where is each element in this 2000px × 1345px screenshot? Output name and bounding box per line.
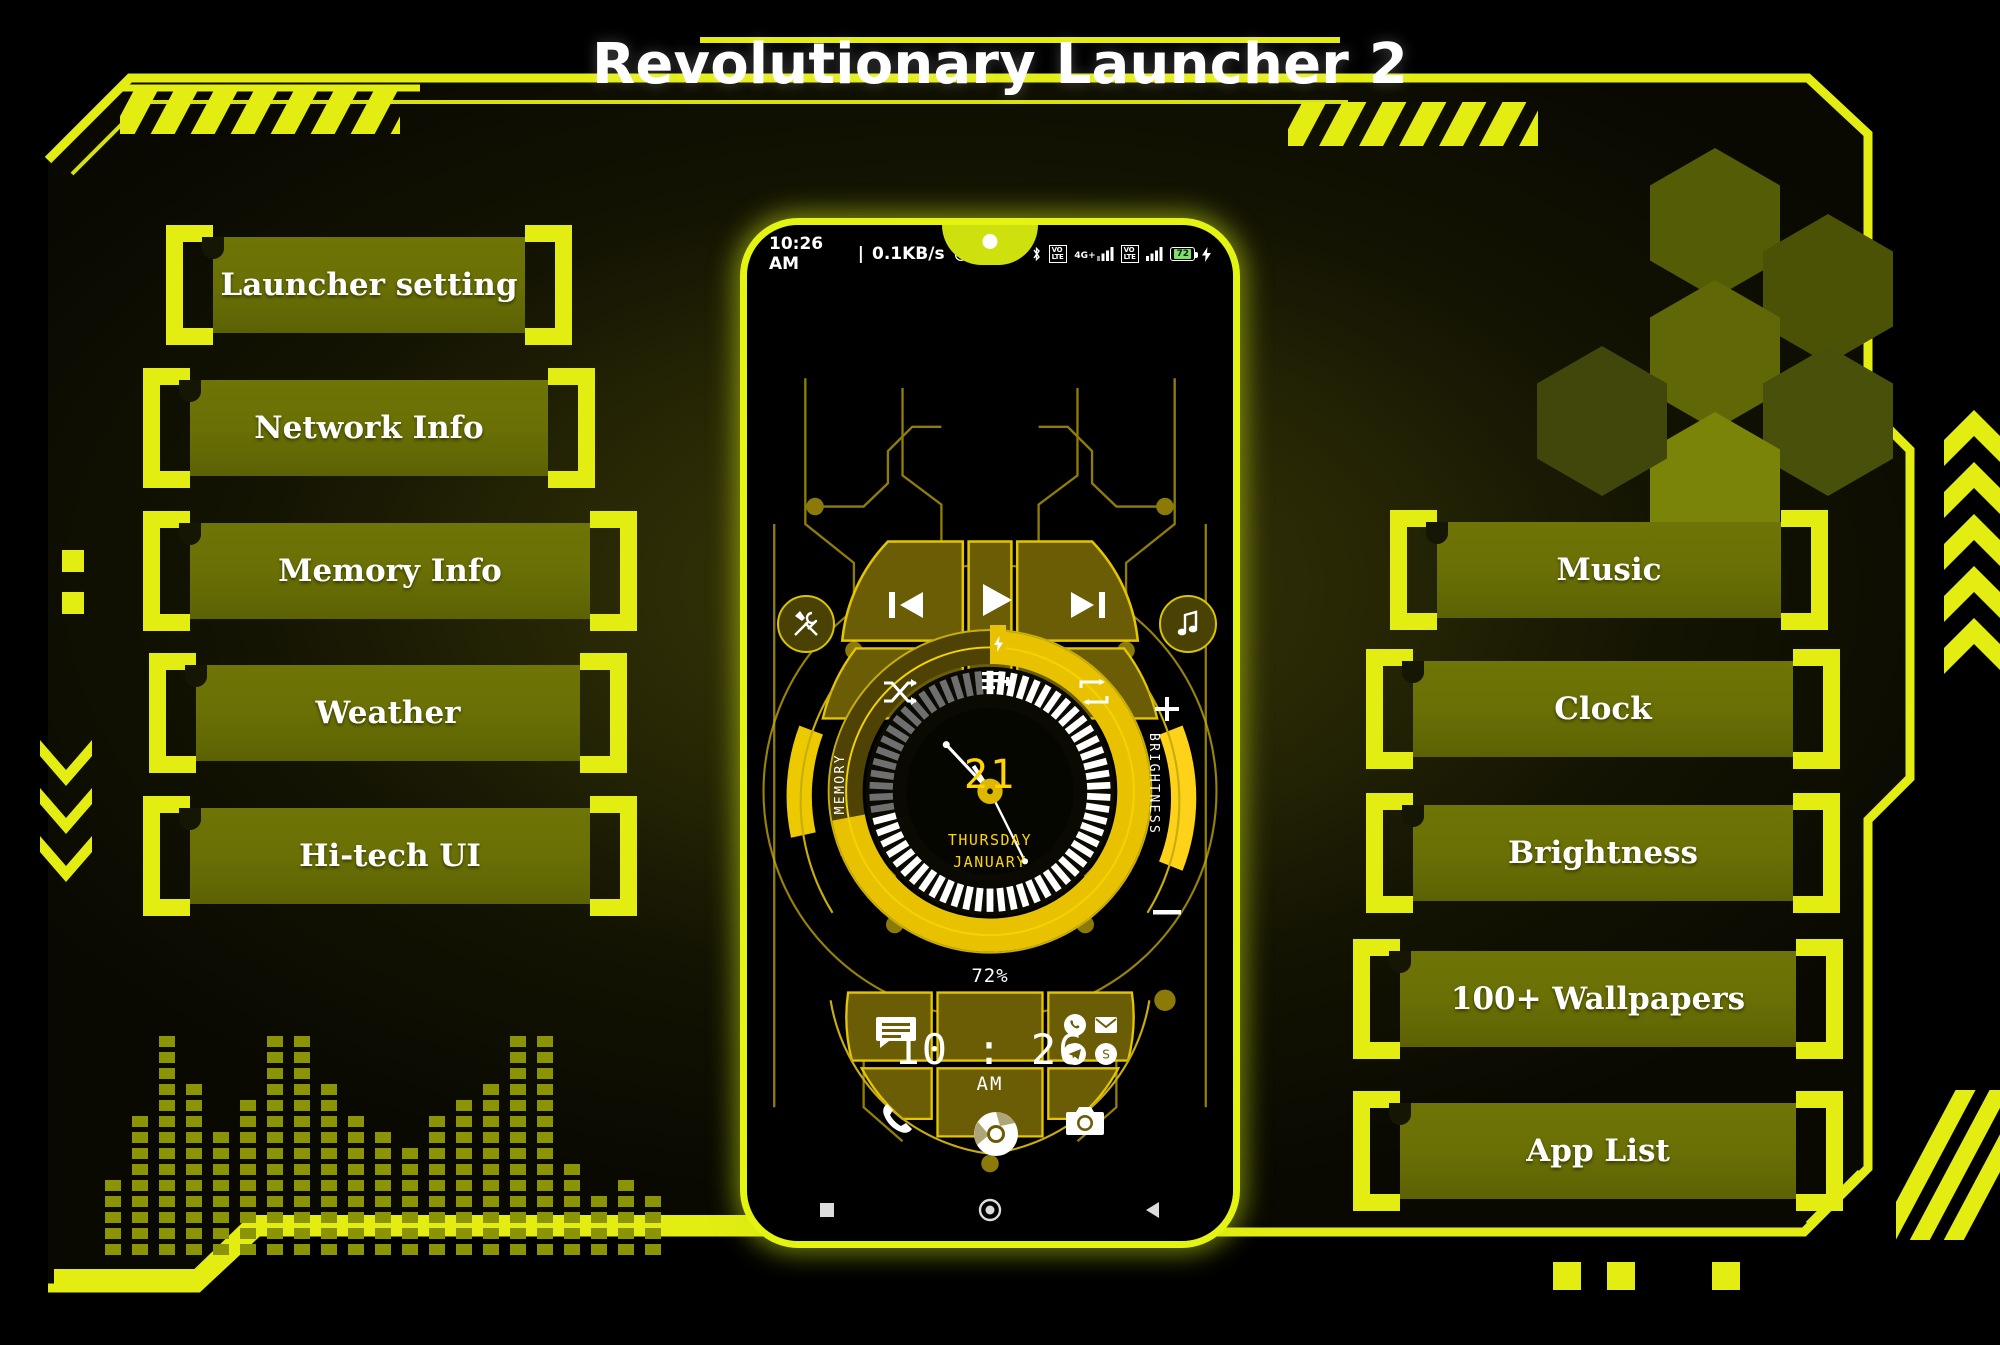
charging-bolt-icon [1202,246,1211,262]
equalizer-column [510,1036,526,1255]
menu-button-label: Launcher setting [220,267,518,303]
camera-icon[interactable] [1065,1105,1105,1142]
brightness-increase-button[interactable] [1153,695,1181,723]
equalizer-column [645,1196,661,1255]
menu-button-music[interactable]: Music [1426,522,1781,618]
social-icons-group[interactable]: S [1063,1013,1120,1066]
equalizer-column [105,1180,121,1255]
play-button[interactable] [957,565,1037,635]
skype-icon[interactable]: S [1094,1042,1118,1066]
svg-text:S: S [1102,1048,1110,1062]
indicator-square-bottom-2 [1607,1262,1635,1290]
widget-clock-time: 10 : 26 [894,1025,1086,1074]
indicator-square-bottom-1 [1553,1262,1581,1290]
mail-icon[interactable] [1094,1013,1118,1037]
indicator-square-left-2 [62,592,84,614]
equalizer-column [348,1116,364,1255]
equalizer-column [213,1132,229,1255]
menu-button-weather[interactable]: Weather [185,665,580,761]
menu-button-memory-info[interactable]: Memory Info [179,523,590,619]
phone-dial-icon[interactable] [879,1101,915,1142]
menu-button-label: 100+ Wallpapers [1450,981,1746,1017]
widget-clock-meridiem: AM [976,1073,1004,1095]
equalizer-column [456,1100,472,1255]
date-number: 21 [963,752,1017,798]
volte-badge-2: VO LTE [1120,245,1140,263]
battery-indicator: 72 [1170,247,1198,261]
menu-button-label: Memory Info [278,553,502,589]
brightness-decrease-button[interactable] [1153,903,1181,915]
bluetooth-icon [1033,246,1040,262]
signal-bars-icon [1096,247,1114,261]
menu-button-label: Weather [315,695,461,731]
home-circle-icon[interactable] [978,1198,1002,1227]
music-note-icon [1177,610,1198,636]
equalizer-column [321,1084,337,1255]
music-note-icon-button[interactable] [1159,595,1217,653]
equalizer-column [267,1036,283,1255]
hazard-stripes-right-icon [1288,102,1538,146]
chrome-icon[interactable] [973,1111,1019,1162]
menu-button-label: App List [1526,1133,1670,1169]
skip-next-button[interactable] [1047,570,1127,640]
status-separator: | [857,244,864,264]
menu-button-network-info[interactable]: Network Info [179,380,548,476]
signal-bars-icon-2 [1146,247,1163,261]
menu-button-label: Network Info [254,410,484,446]
telegram-icon[interactable] [1063,1042,1087,1066]
recents-square-icon[interactable] [819,1202,835,1223]
back-triangle-icon[interactable] [1145,1201,1161,1224]
menu-button-hitech-ui[interactable]: Hi-tech UI [179,808,590,904]
month-label: JANUARY [953,853,1027,871]
volte-badge-1: VO LTE [1048,245,1068,263]
app-root: Revolutionary Launcher 2 Launcher settin… [0,0,2000,1345]
indicator-square-bottom-3 [1712,1262,1740,1290]
menu-button-app-list[interactable]: App List [1389,1103,1796,1199]
playlist-add-button[interactable] [962,657,1032,707]
menu-button-label: Brightness [1507,835,1698,871]
equalizer-bars-icon [105,1036,661,1255]
chevron-up-stack-icon [1944,410,2000,700]
menu-button-label: Music [1556,552,1662,588]
status-time: 10:26 AM [769,234,824,274]
tools-icon [794,611,818,636]
equalizer-column [618,1180,634,1255]
shuffle-button[interactable] [865,665,935,719]
equalizer-column [537,1036,553,1255]
repeat-button[interactable] [1059,665,1129,719]
status-data-rate: 0.1KB/s [872,244,945,264]
battery-percent-label: 72% [971,965,1009,987]
phone-mockup: 10:26 AM | 0.1KB/s VO LTE 4G+ VO LTE 72 … [740,218,1240,1248]
menu-button-brightness[interactable]: Brightness [1402,805,1793,901]
whatsapp-icon[interactable] [1063,1013,1087,1037]
menu-button-label: Clock [1554,691,1652,727]
messages-icon[interactable] [875,1015,917,1054]
equalizer-column [375,1132,391,1255]
equalizer-column [159,1036,175,1255]
equalizer-column [429,1116,445,1255]
equalizer-column [294,1036,310,1255]
weekday-label: THURSDAY [947,831,1033,849]
menu-button-clock[interactable]: Clock [1402,661,1793,757]
nav-bar [747,1193,1233,1231]
network-type-label: 4G+ [1074,251,1096,261]
equalizer-column [483,1084,499,1255]
equalizer-column [186,1084,202,1255]
menu-button-label: Hi-tech UI [299,838,481,874]
indicator-square-left [62,550,84,572]
menu-button-wallpapers[interactable]: 100+ Wallpapers [1389,951,1796,1047]
equalizer-column [240,1100,256,1255]
equalizer-column [564,1164,580,1255]
page-title: Revolutionary Launcher 2 [592,32,1408,97]
equalizer-column [591,1196,607,1255]
hazard-stripes-bottom-right-icon [1896,1090,2000,1240]
equalizer-column [132,1116,148,1255]
phone-screen: 10:26 AM | 0.1KB/s VO LTE 4G+ VO LTE 72 … [747,225,1233,1241]
tools-icon-button[interactable] [777,595,835,653]
equalizer-column [402,1148,418,1255]
chevron-down-stack-icon [40,740,92,940]
menu-button-launcher-setting[interactable]: Launcher setting [202,237,525,333]
skip-previous-button[interactable] [867,570,947,640]
